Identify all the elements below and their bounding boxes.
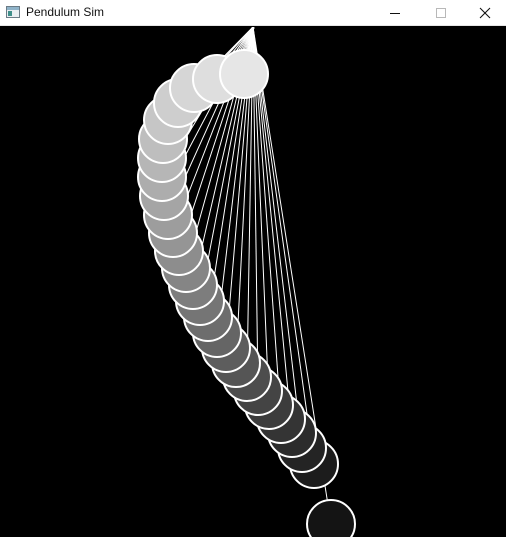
maximize-icon [435, 7, 447, 19]
app-window: Pendulum Sim [0, 0, 506, 537]
maximize-button[interactable] [418, 0, 464, 26]
pendulum-scene [137, 27, 356, 537]
simulation-canvas [0, 27, 506, 537]
close-button[interactable] [462, 0, 506, 26]
window-title: Pendulum Sim [26, 5, 105, 19]
pendulum-bob [219, 49, 269, 99]
close-icon [479, 7, 491, 19]
minimize-icon [389, 7, 401, 19]
minimize-button[interactable] [372, 0, 418, 26]
app-window-icon [6, 5, 20, 19]
pendulum-bob [306, 499, 356, 537]
pendulum-bobs [137, 49, 356, 537]
title-bar[interactable]: Pendulum Sim [0, 0, 506, 26]
